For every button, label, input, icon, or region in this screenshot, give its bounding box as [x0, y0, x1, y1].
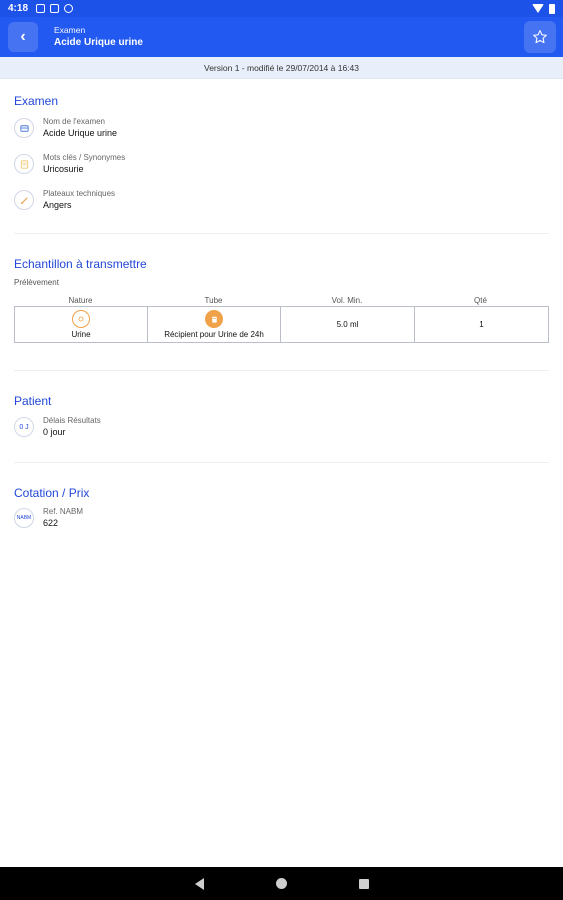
version-info: Version 1 - modifié le 29/07/2014 à 16:4… — [0, 57, 563, 79]
chevron-left-icon: ‹ — [20, 28, 26, 45]
pipette-icon — [14, 190, 34, 210]
nav-home-icon[interactable] — [275, 878, 287, 889]
section-title-patient: Patient — [14, 394, 52, 408]
nabm-icon-text: NABM — [16, 515, 32, 521]
vol-min-value: 5.0 ml — [336, 320, 359, 329]
favorite-button[interactable] — [524, 21, 556, 53]
keyword-icon — [14, 154, 34, 174]
divider — [14, 233, 549, 234]
nabm-icon: NABM — [14, 508, 34, 528]
field-value: Acide Urique urine — [43, 128, 118, 138]
cell-qte: 1 — [415, 307, 548, 342]
section-title-echantillon: Echantillon à transmettre — [14, 257, 147, 271]
qte-value: 1 — [479, 320, 484, 329]
nav-recents-icon[interactable] — [358, 878, 369, 889]
back-button[interactable]: ‹ — [8, 22, 38, 52]
column-header: Vol. Min. — [331, 296, 363, 305]
tube-value: Récipient pour Urine de 24h — [164, 330, 264, 339]
battery-icon — [549, 3, 555, 14]
table-header: Nature Tube Vol. Min. Qté — [14, 296, 549, 305]
notification-icon — [50, 4, 60, 13]
section-title-examen: Examen — [14, 94, 59, 108]
sample-icon — [72, 310, 90, 328]
field-mots-cles: Mots clés / Synonymes Uricosurie — [14, 152, 125, 176]
field-ref-nabm: NABM Ref. NABM 622 — [14, 506, 83, 530]
field-label: Ref. NABM — [43, 507, 84, 516]
section-title-cotation: Cotation / Prix — [14, 486, 90, 500]
table-row: Urine Récipient pour Urine de 24h 5.0 ml… — [14, 306, 549, 343]
status-time: 4:18 — [8, 3, 29, 14]
system-nav-bar — [0, 867, 563, 900]
cell-nature: Urine — [15, 307, 148, 342]
app-bar-title: Acide Urique urine — [54, 37, 143, 48]
field-nom-examen: Nom de l'examen Acide Urique urine — [14, 116, 117, 140]
status-bar: 4:18 — [0, 0, 563, 17]
divider — [14, 370, 549, 371]
nature-value: Urine — [71, 330, 91, 339]
field-plateaux: Plateaux techniques Angers — [14, 188, 115, 212]
cell-vol-min: 5.0 ml — [281, 307, 415, 342]
field-value: 0 jour — [43, 427, 66, 437]
column-header: Nature — [68, 296, 93, 305]
field-value: Uricosurie — [43, 164, 84, 174]
field-label: Délais Résultats — [43, 416, 101, 425]
app-bar: ‹ Examen Acide Urique urine — [0, 17, 563, 57]
cell-tube: Récipient pour Urine de 24h — [148, 307, 281, 342]
days-icon: 0 J — [14, 417, 34, 437]
container-icon — [205, 310, 223, 328]
field-label: Plateaux techniques — [43, 189, 116, 198]
nav-back-icon[interactable] — [194, 877, 204, 890]
divider — [14, 462, 549, 463]
flask-icon — [14, 118, 34, 138]
field-delais-resultats: 0 J Délais Résultats 0 jour — [14, 415, 101, 439]
field-label: Mots clés / Synonymes — [43, 153, 126, 162]
notification-icon — [36, 4, 46, 13]
wifi-icon — [532, 4, 544, 13]
field-value: 622 — [43, 518, 59, 528]
star-icon — [533, 30, 547, 44]
field-label: Nom de l'examen — [43, 117, 105, 126]
column-header: Tube — [204, 296, 223, 305]
app-bar-subtitle: Examen — [54, 25, 86, 35]
subhead-prelevement: Prélèvement — [14, 278, 59, 287]
field-value: Angers — [43, 200, 72, 210]
days-icon-text: 0 J — [19, 423, 29, 431]
notification-icon — [64, 4, 74, 13]
column-header: Qté — [474, 296, 487, 305]
